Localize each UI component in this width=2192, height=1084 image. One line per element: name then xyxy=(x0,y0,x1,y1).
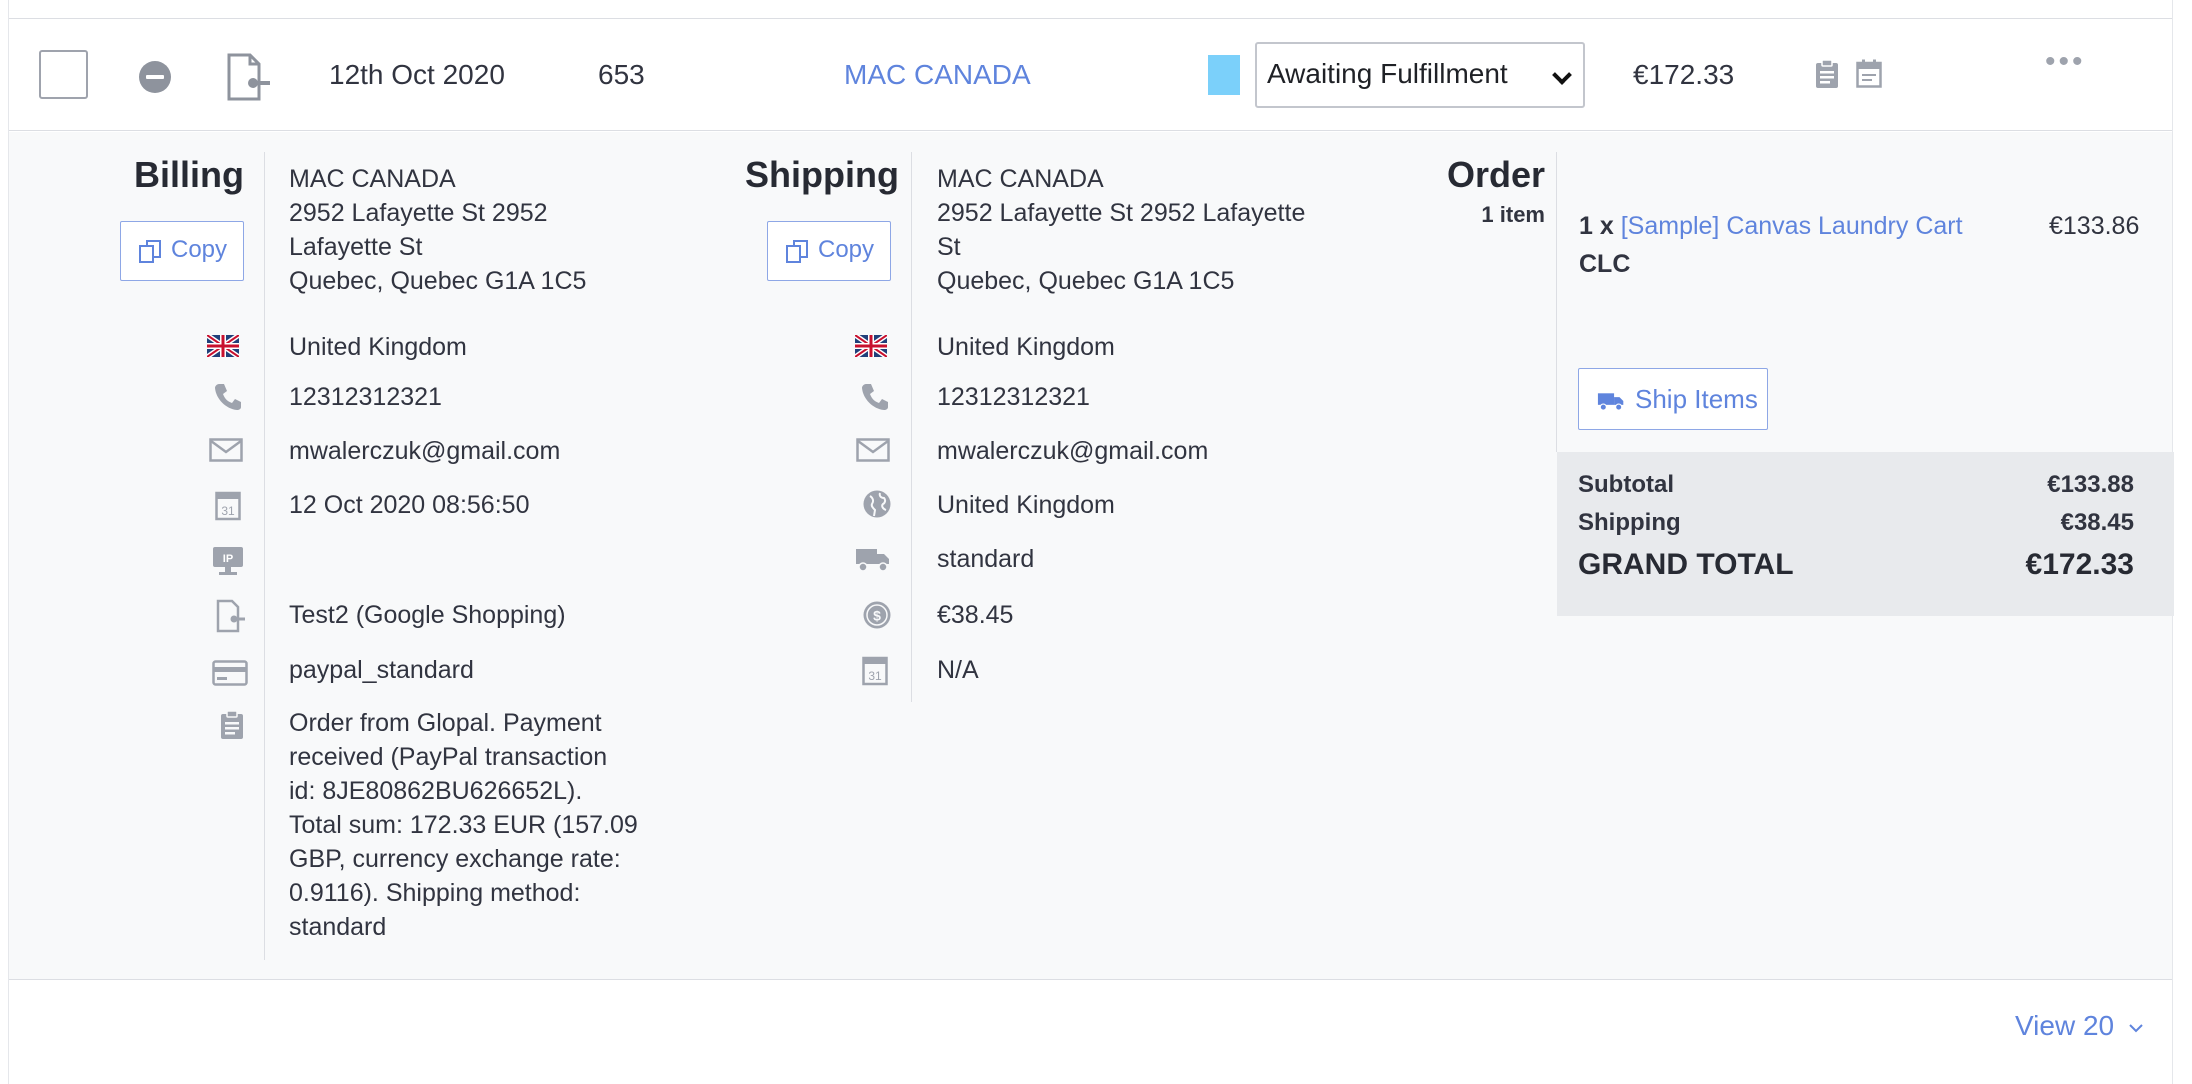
order-heading: Order xyxy=(1446,154,1545,195)
order-divider xyxy=(1556,152,1557,452)
uk-flag-icon xyxy=(855,335,887,357)
card-icon xyxy=(212,660,248,686)
billing-note-line: Total sum: 172.33 EUR (157.09 xyxy=(289,811,638,839)
order-item-sku: CLC xyxy=(1579,250,1631,278)
billing-note-line: received (PayPal transaction xyxy=(289,743,608,771)
orders-panel: 12th Oct 2020 653 MAC CANADA Awaiting Fu… xyxy=(8,0,2174,1084)
shipping-email[interactable]: mwalerczuk@gmail.com xyxy=(937,434,1208,468)
phone-icon xyxy=(215,384,241,410)
order-details: Billing Copy MAC CANADA 2952 Lafayette S… xyxy=(9,132,2174,980)
copy-icon xyxy=(786,240,808,263)
grand-total-value: €172.33 xyxy=(2025,548,2134,581)
order-item-qty: 1 x xyxy=(1579,212,1614,240)
calendar-icon: 31 xyxy=(215,491,241,521)
ship-items-button[interactable]: Ship Items xyxy=(1578,368,1768,430)
chevron-down-icon xyxy=(1552,65,1572,85)
shipping-address-line1: 2952 Lafayette St 2952 Lafayette xyxy=(937,199,1306,227)
view-count-select[interactable]: View 20 xyxy=(2015,1010,2144,1042)
ip-icon: IP xyxy=(213,547,243,575)
calendar-icon: 31 xyxy=(862,656,888,686)
svg-text:31: 31 xyxy=(221,504,235,518)
shipping-total-value: €38.45 xyxy=(2060,509,2134,536)
billing-note-line: id: 8JE80862BU626652L). xyxy=(289,777,583,805)
status-select[interactable]: Awaiting Fulfillment xyxy=(1255,42,1585,108)
billing-channel: Test2 (Google Shopping) xyxy=(289,601,566,629)
billing-address-line2: Lafayette St xyxy=(289,233,423,261)
status-swatch xyxy=(1208,55,1240,95)
shipping-name: MAC CANADA xyxy=(937,165,1104,193)
shipping-divider xyxy=(911,152,912,702)
more-actions-icon[interactable]: ••• xyxy=(2045,45,2086,79)
order-item-price: €133.86 xyxy=(2049,212,2140,240)
channel-doc-icon xyxy=(227,53,270,101)
status-selected-value: Awaiting Fulfillment xyxy=(1267,58,1508,89)
shipping-copy-label: Copy xyxy=(818,236,875,263)
billing-address-line1: 2952 Lafayette St 2952 xyxy=(289,199,548,227)
billing-copy-button[interactable]: Copy xyxy=(120,221,244,281)
grand-total-label: GRAND TOTAL xyxy=(1578,548,1794,581)
shipping-region[interactable]: United Kingdom xyxy=(937,488,1115,522)
billing-note-line: standard xyxy=(289,913,387,941)
billing-name: MAC CANADA xyxy=(289,165,456,193)
order-item-line: 1 x [Sample] Canvas Laundry Cart xyxy=(1579,212,1963,241)
order-row[interactable]: 12th Oct 2020 653 MAC CANADA Awaiting Fu… xyxy=(9,19,2172,131)
clipboard-icon[interactable] xyxy=(1815,59,1839,89)
order-summary: Subtotal €133.88 Shipping €38.45 GRAND T… xyxy=(1557,452,2174,616)
billing-copy-label: Copy xyxy=(171,236,228,263)
shipping-method: standard xyxy=(937,545,1035,573)
order-item-count: 1 item xyxy=(1481,202,1545,227)
clipboard-icon xyxy=(221,710,243,739)
shipping-phone: 12312312321 xyxy=(937,383,1090,411)
billing-notes: Order from Glopal. Payment received (Pay… xyxy=(289,706,638,944)
shipping-address-line3: Quebec, Quebec G1A 1C5 xyxy=(937,267,1235,295)
customer-link[interactable]: MAC CANADA xyxy=(844,59,1031,91)
mail-icon xyxy=(856,438,890,462)
subtotal-label: Subtotal xyxy=(1578,471,1674,498)
truck-icon xyxy=(856,549,889,572)
channel-doc-icon xyxy=(216,599,245,633)
mail-icon xyxy=(209,438,243,462)
uk-flag-icon xyxy=(207,335,239,357)
shipping-total-label: Shipping xyxy=(1578,509,1681,536)
svg-text:$: $ xyxy=(873,608,881,624)
shipping-copy-button[interactable]: Copy xyxy=(767,221,891,281)
ship-items-label: Ship Items xyxy=(1635,384,1758,414)
subtotal-value: €133.88 xyxy=(2047,471,2134,498)
list-footer xyxy=(9,981,2172,1084)
order-date: 12th Oct 2020 xyxy=(329,59,505,90)
globe-icon xyxy=(863,490,891,518)
billing-country: United Kingdom xyxy=(289,333,467,361)
svg-text:31: 31 xyxy=(868,669,882,683)
shipping-heading: Shipping xyxy=(745,154,899,195)
billing-note-line: Order from Glopal. Payment xyxy=(289,709,602,737)
billing-note-line: GBP, currency exchange rate: xyxy=(289,845,621,873)
copy-icon xyxy=(139,240,161,263)
billing-phone: 12312312321 xyxy=(289,383,442,411)
calendar-icon[interactable] xyxy=(1856,59,1882,88)
phone-icon xyxy=(862,384,888,410)
billing-heading: Billing xyxy=(134,154,244,195)
chevron-down-icon xyxy=(2129,1023,2143,1033)
billing-email[interactable]: mwalerczuk@gmail.com xyxy=(289,434,560,468)
shipping-address-line2: St xyxy=(937,233,961,261)
billing-date: 12 Oct 2020 08:56:50 xyxy=(289,491,530,519)
collapse-icon[interactable] xyxy=(139,61,171,93)
view-count-label: View 20 xyxy=(2015,1010,2115,1041)
truck-icon xyxy=(1597,393,1624,411)
shipping-country: United Kingdom xyxy=(937,333,1115,361)
billing-payment: paypal_standard xyxy=(289,656,474,684)
order-total: €172.33 xyxy=(1633,59,1735,90)
order-number: 653 xyxy=(598,59,645,90)
billing-note-line: 0.9116). Shipping method: xyxy=(289,879,581,907)
row-checkbox[interactable] xyxy=(39,50,88,99)
billing-divider xyxy=(264,152,265,960)
billing-address-line3: Quebec, Quebec G1A 1C5 xyxy=(289,267,587,295)
order-item-name[interactable]: [Sample] Canvas Laundry Cart xyxy=(1621,212,1963,240)
shipping-date: N/A xyxy=(937,656,979,684)
svg-text:IP: IP xyxy=(223,553,233,565)
dollar-coin-icon: $ xyxy=(863,601,891,629)
shipping-cost: €38.45 xyxy=(937,601,1014,629)
